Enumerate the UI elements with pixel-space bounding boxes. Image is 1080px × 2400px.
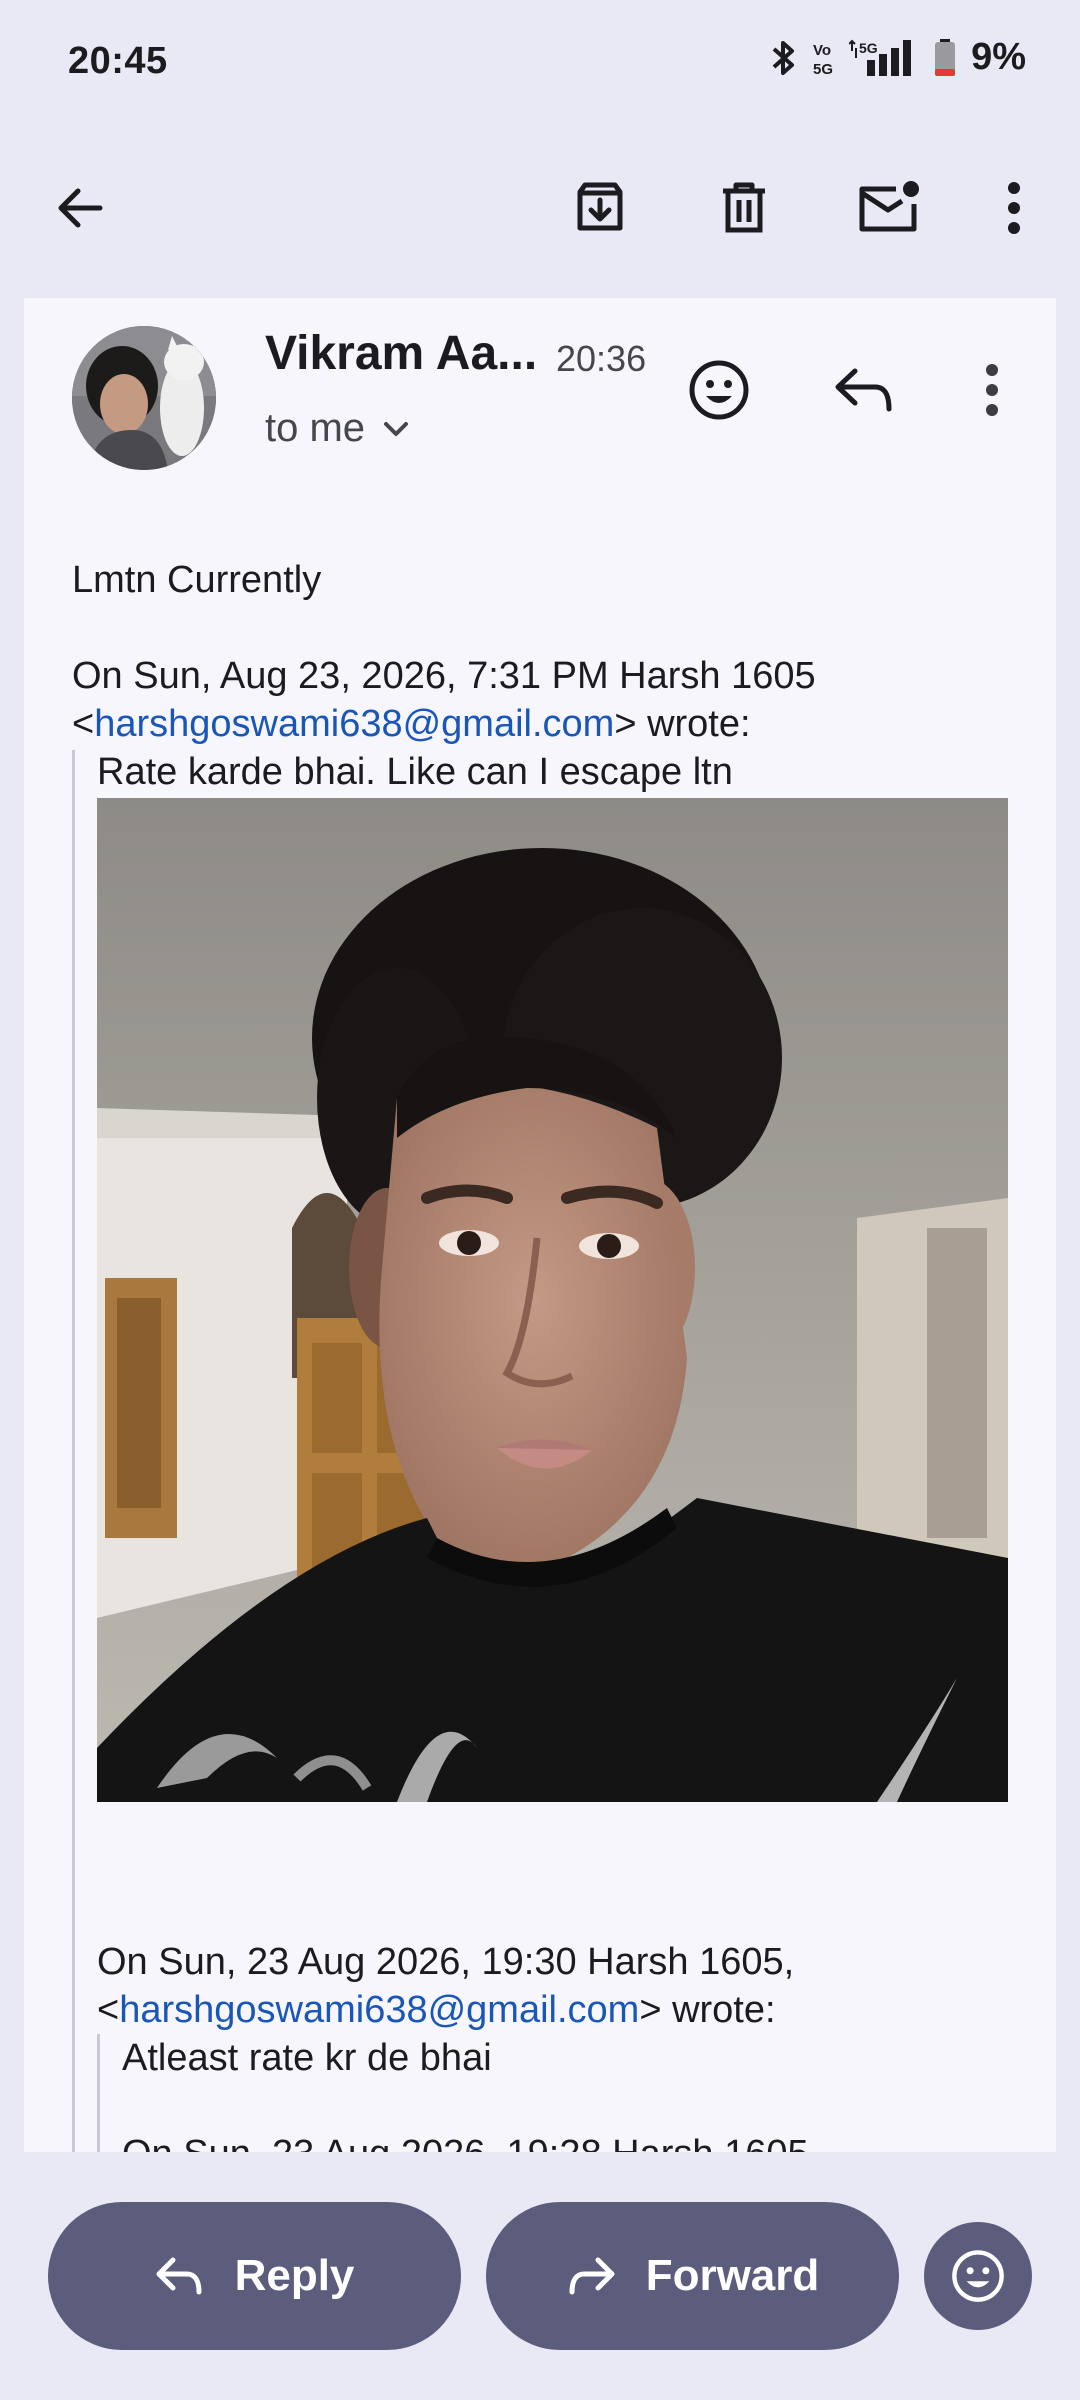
volte-icon: Vo 5G [813, 42, 833, 78]
delete-button[interactable] [708, 172, 780, 244]
sender-email-link[interactable]: harshgoswami638@gmail.com [119, 1989, 639, 2031]
reply-icon-button[interactable] [824, 350, 904, 430]
back-button[interactable] [44, 172, 116, 244]
emoji-icon [952, 2250, 1004, 2302]
app-bar [0, 140, 1080, 270]
status-icons: Vo 5G 5G 9% [771, 36, 1026, 79]
forward-icon [569, 2257, 615, 2295]
recipient-details-toggle[interactable]: to me [265, 406, 409, 451]
forward-button[interactable]: Forward [486, 2202, 899, 2350]
archive-button[interactable] [564, 172, 636, 244]
bottom-action-bar: Reply Forward [0, 2152, 1080, 2400]
svg-text:Vo: Vo [813, 42, 831, 59]
more-options-button[interactable] [978, 172, 1050, 244]
add-reaction-button[interactable] [679, 350, 759, 430]
quoted-text: Rate karde bhai. Like can I escape ltn [97, 751, 733, 793]
reply-label: Reply [234, 2251, 355, 2300]
inline-photo[interactable] [97, 798, 1008, 1802]
reply-icon [835, 368, 892, 412]
recipient-label: to me [265, 406, 366, 450]
deeper-quote-header: On Sun, 23 Aug 2026, 19:28 Harsh 1605, [122, 2130, 819, 2152]
signal-5g-icon: 5G [849, 39, 912, 76]
sender-email-link[interactable]: harshgoswami638@gmail.com [94, 703, 614, 745]
mark-unread-button[interactable] [852, 172, 924, 244]
more-vert-icon [986, 364, 998, 416]
quote-header-email-line: <harshgoswami638@gmail.com> wrote: [72, 703, 751, 745]
delete-icon [723, 182, 765, 233]
avatar[interactable] [72, 326, 216, 470]
status-time: 20:45 [68, 40, 168, 82]
nested-quote-email-line: <harshgoswami638@gmail.com> wrote: [97, 1989, 776, 2031]
received-time: 20:36 [556, 338, 647, 379]
quote-bar [72, 750, 75, 2152]
more-vert-icon [1008, 182, 1020, 234]
message-more-button[interactable] [952, 350, 1032, 430]
reply-icon [156, 2257, 202, 2295]
nested-quote-header: On Sun, 23 Aug 2026, 19:30 Harsh 1605, [97, 1941, 795, 1983]
reply-button[interactable]: Reply [48, 2202, 461, 2350]
nested-quote-bar [97, 2034, 100, 2152]
chevron-down-icon [384, 421, 409, 436]
emoji-icon [689, 360, 749, 420]
archive-icon [577, 182, 623, 231]
battery-percent: 9% [971, 36, 1026, 78]
react-button[interactable] [924, 2222, 1032, 2330]
forward-label: Forward [645, 2251, 820, 2300]
nested-quoted-text: Atleast rate kr de bhai [122, 2037, 492, 2079]
quote-header: On Sun, Aug 23, 2026, 7:31 PM Harsh 1605 [72, 655, 816, 697]
mark-unread-icon [859, 181, 919, 232]
svg-text:5G: 5G [859, 40, 878, 56]
email-card: Vikram Aa... 20:36 to me Lmtn Currently … [24, 298, 1056, 2152]
status-bar: 20:45 Vo 5G 5G 9% [0, 0, 1080, 120]
battery-icon [935, 38, 956, 76]
bluetooth-icon [772, 40, 795, 75]
svg-text:5G: 5G [813, 61, 833, 78]
back-arrow-icon [58, 188, 103, 228]
sender-name[interactable]: Vikram Aa... [265, 326, 537, 381]
reply-text: Lmtn Currently [72, 559, 322, 601]
